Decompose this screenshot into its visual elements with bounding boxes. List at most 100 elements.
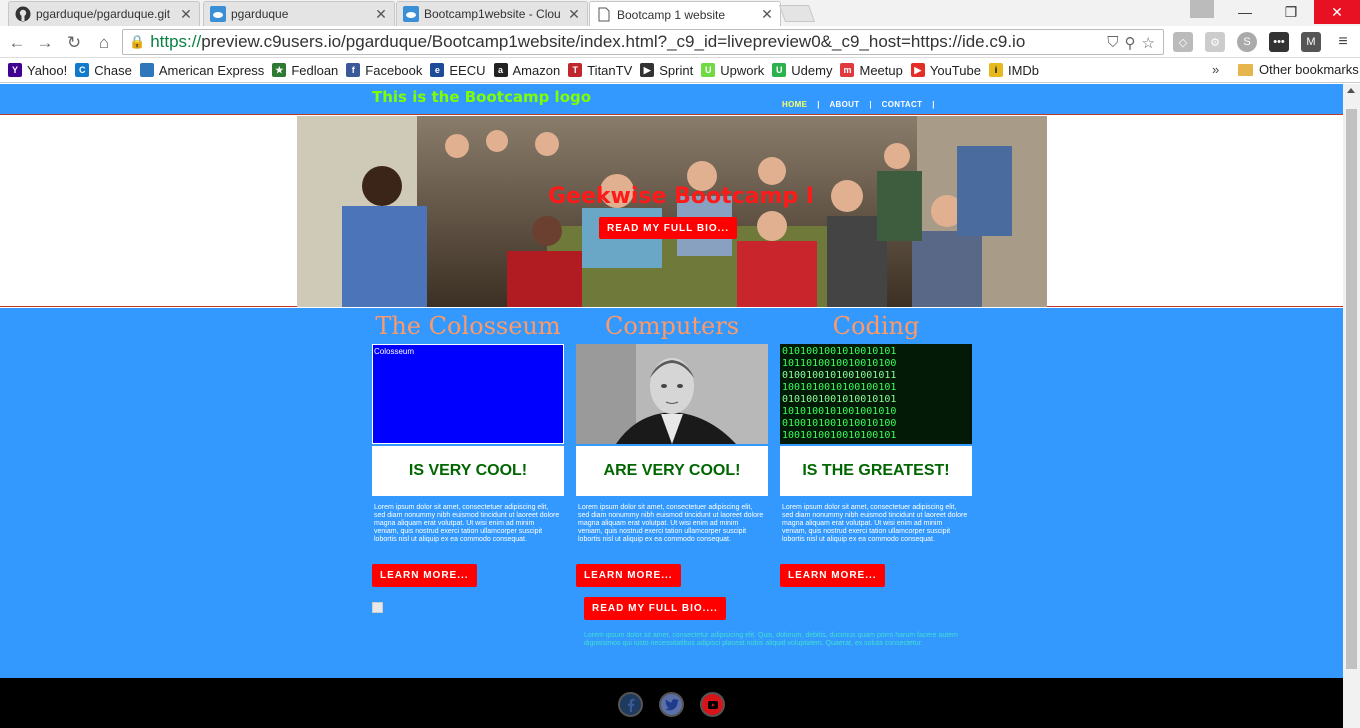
close-tab-icon[interactable]: ✕: [567, 6, 581, 23]
vertical-scrollbar[interactable]: [1343, 84, 1360, 728]
group-photo: [297, 116, 1047, 307]
site-logo[interactable]: This is the Bootcamp logo: [372, 88, 591, 106]
extension-m-icon[interactable]: M: [1301, 32, 1321, 52]
extension-gear-icon[interactable]: ⚙: [1205, 32, 1225, 52]
tab-title: pgarduque: [231, 7, 289, 21]
back-arrow-icon[interactable]: ←: [6, 32, 28, 54]
bookmarks-overflow-chevron-icon[interactable]: »: [1212, 62, 1219, 77]
cloud9-icon: [210, 6, 226, 22]
close-window-icon[interactable]: ✕: [1314, 0, 1360, 24]
svg-text:1010100101001001010: 1010100101001001010: [782, 406, 896, 417]
svg-text:0101001001010010101: 0101001001010010101: [782, 394, 896, 405]
close-tab-icon[interactable]: ✕: [760, 6, 774, 23]
nav-about[interactable]: ABOUT: [829, 100, 859, 109]
scroll-up-arrow-icon[interactable]: [1347, 88, 1355, 93]
tab-title: pgarduque/pgarduque.git: [36, 7, 171, 21]
browser-tab-github[interactable]: pgarduque/pgarduque.git ✕: [8, 1, 200, 26]
bookmark-meetup[interactable]: m Meetup: [840, 62, 903, 78]
feature-tag: ARE VERY COOL!: [576, 446, 768, 496]
feature-tag: IS VERY COOL!: [372, 446, 564, 496]
other-bookmarks-label: Other bookmarks: [1259, 62, 1359, 77]
browser-tab-pgarduque[interactable]: pgarduque ✕: [203, 1, 395, 26]
skype-icon[interactable]: S: [1237, 32, 1257, 52]
amex-icon: [139, 63, 154, 77]
folder-icon: [1238, 63, 1253, 76]
reload-icon[interactable]: ↻: [63, 32, 85, 54]
browser-tab-cloud9[interactable]: Bootcamp1website - Clou ✕: [396, 1, 588, 26]
bookmark-label: Upwork: [720, 62, 765, 78]
shield-icon[interactable]: ⛉: [1107, 34, 1118, 52]
bookmark-label: Meetup: [859, 62, 903, 78]
youtube-icon: ▶: [910, 63, 925, 77]
minimize-icon[interactable]: —: [1222, 0, 1268, 24]
bookmark-label: Yahoo!: [27, 62, 68, 78]
browser-toolbar: ← → ↻ ⌂ 🔒 https://preview.c9users.io/pga…: [0, 26, 1360, 58]
bookmark-label: Amazon: [512, 62, 561, 78]
bio-text: Lorem ipsum dolor sit amet, consectetur …: [584, 632, 958, 647]
amazon-icon: a: [493, 63, 508, 77]
svg-text:0100101001010010100: 0100101001010010100: [782, 418, 896, 429]
menu-icon[interactable]: ≡: [1333, 32, 1353, 52]
nav-separator: |: [869, 100, 872, 109]
yahoo-icon: Y: [8, 63, 22, 77]
other-bookmarks-folder[interactable]: Other bookmarks: [1238, 62, 1359, 77]
site-header: This is the Bootcamp logo HOME | ABOUT | C…: [0, 84, 1343, 115]
restore-icon[interactable]: ❐: [1268, 0, 1314, 24]
bookmark-facebook[interactable]: f Facebook: [346, 63, 422, 78]
bookmark-youtube[interactable]: ▶ YouTube: [910, 63, 981, 78]
colosseum-broken-image: Colosseum: [372, 344, 564, 444]
features-section: The Colosseum Colosseum IS VERY COOL! Lo…: [0, 308, 1343, 678]
zoom-icon[interactable]: ⚲: [1125, 34, 1136, 52]
new-tab-button[interactable]: [778, 5, 816, 22]
udemy-icon: U: [772, 63, 787, 77]
extension-dots-icon[interactable]: •••: [1269, 32, 1289, 52]
close-tab-icon[interactable]: ✕: [179, 6, 193, 23]
bookmark-star-icon[interactable]: ☆: [1142, 34, 1155, 52]
home-icon[interactable]: ⌂: [93, 32, 115, 54]
titantv-icon: T: [568, 63, 583, 77]
cloud9-icon: [403, 6, 419, 22]
hero-read-bio-button[interactable]: READ MY FULL BIO...: [599, 217, 737, 239]
feature-heading: The Colosseum: [375, 312, 561, 340]
learn-more-button[interactable]: LEARN MORE...: [372, 564, 477, 587]
bookmark-fedloan[interactable]: ★ Fedloan: [272, 63, 338, 78]
bookmark-udemy[interactable]: U Udemy: [772, 63, 832, 78]
scrollbar-thumb[interactable]: [1346, 109, 1357, 669]
bookmark-imdb[interactable]: i IMDb: [988, 63, 1039, 78]
forward-arrow-icon[interactable]: →: [34, 32, 56, 54]
read-full-bio-button[interactable]: READ MY FULL BIO....: [584, 597, 726, 620]
close-tab-icon[interactable]: ✕: [374, 6, 388, 23]
feature-tag: IS THE GREATEST!: [780, 446, 972, 496]
extension-cube-icon[interactable]: ◇: [1173, 32, 1193, 52]
bookmark-label: American Express: [158, 62, 265, 78]
sprint-icon: ▶: [640, 63, 655, 77]
youtube-icon[interactable]: [700, 692, 725, 717]
address-bar[interactable]: 🔒 https://preview.c9users.io/pgarduque/B…: [122, 29, 1164, 55]
site-nav: HOME | ABOUT | CONTACT |: [782, 100, 945, 109]
bookmark-label: Chase: [94, 62, 132, 78]
bookmark-amazon[interactable]: a Amazon: [493, 62, 561, 78]
hero-title: Geekwise Bootcamp I: [548, 184, 814, 209]
browser-tab-active[interactable]: Bootcamp 1 website ✕: [589, 1, 781, 27]
nav-contact[interactable]: CONTACT: [882, 100, 923, 109]
feature-text: Lorem ipsum dolor sit amet, consectetuer…: [578, 504, 764, 543]
nav-home[interactable]: HOME: [782, 100, 807, 109]
bookmark-titantv[interactable]: T TitanTV: [568, 63, 632, 78]
bookmark-upwork[interactable]: U Upwork: [701, 63, 764, 78]
bookmark-chase[interactable]: C Chase: [75, 63, 132, 78]
learn-more-button[interactable]: LEARN MORE...: [576, 564, 681, 587]
learn-more-button[interactable]: LEARN MORE...: [780, 564, 885, 587]
bookmark-label: Udemy: [791, 62, 833, 78]
bookmark-label: Facebook: [365, 62, 423, 78]
binary-code-image: 0101001001010010101 1011010010010010100 …: [780, 344, 972, 444]
bookmark-sprint[interactable]: ▶ Sprint: [640, 63, 693, 78]
twitter-icon[interactable]: [659, 692, 684, 717]
bookmark-label: Fedloan: [291, 62, 339, 78]
bookmark-eecu[interactable]: e EECU: [430, 63, 486, 78]
profile-icon[interactable]: [1190, 0, 1214, 18]
broken-image-icon: [372, 602, 383, 613]
bookmark-amex[interactable]: American Express: [139, 62, 265, 78]
svg-text:1001010010010100101: 1001010010010100101: [782, 430, 896, 441]
facebook-icon[interactable]: [618, 692, 643, 717]
bookmark-yahoo[interactable]: Y Yahoo!: [8, 63, 67, 78]
